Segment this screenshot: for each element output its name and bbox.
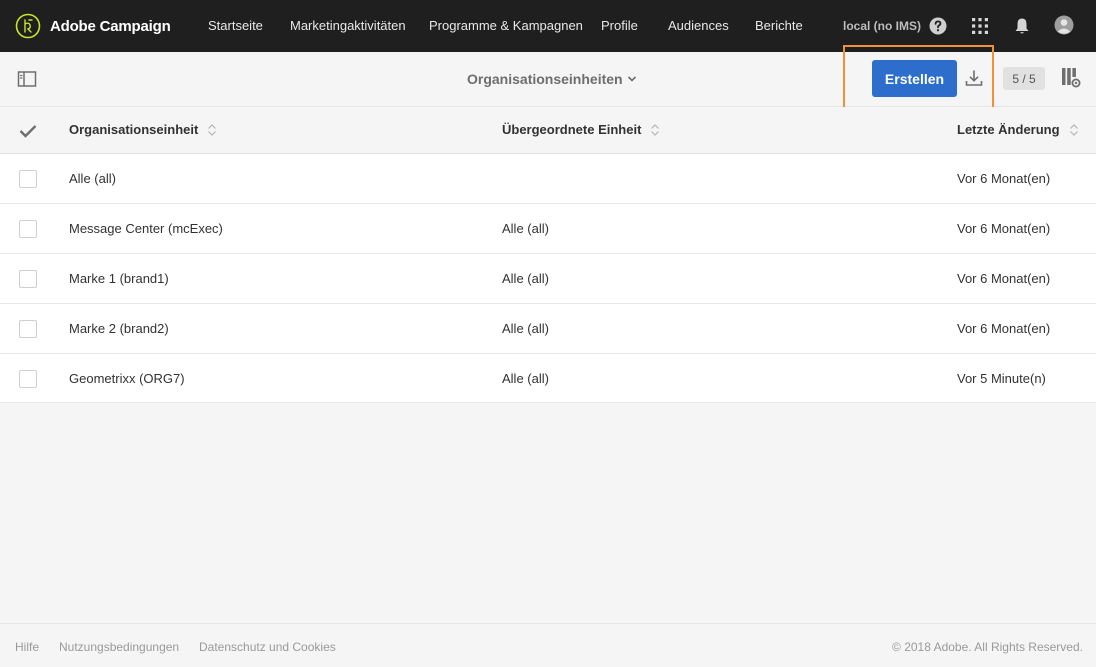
apps-grid-icon[interactable] [970,16,990,36]
nav-marketingaktivitaeten[interactable]: Marketingaktivitäten [290,0,406,52]
cell-unit[interactable]: Geometrixx (ORG7) [69,354,185,403]
environment-label[interactable]: local (no IMS) [843,0,921,52]
app-name: Adobe Campaign [50,17,171,35]
table-row[interactable]: Message Center (mcExec) Alle (all) Vor 6… [0,204,1096,254]
cell-unit[interactable]: Marke 1 (brand1) [69,254,169,303]
nav-berichte[interactable]: Berichte [755,0,803,52]
help-icon[interactable] [928,16,948,36]
table-row[interactable]: Marke 2 (brand2) Alle (all) Vor 6 Monat(… [0,304,1096,354]
cell-parent: Alle (all) [502,271,549,286]
cell-modified: Vor 6 Monat(en) [957,321,1051,336]
adobe-campaign-logo-icon [15,13,41,39]
select-all-checkmark-icon[interactable] [19,124,37,138]
cell-parent: Alle (all) [502,321,549,336]
cell-unit[interactable]: Message Center (mcExec) [69,204,223,253]
footer-link-hilfe[interactable]: Hilfe [15,624,39,667]
table-row[interactable]: Alle (all) Vor 6 Monat(en) [0,154,1096,204]
row-checkbox[interactable] [19,370,37,388]
cell-modified: Vor 6 Monat(en) [957,271,1051,286]
top-navigation-bar: Adobe Campaign Startseite Marketingaktiv… [0,0,1096,52]
table-row[interactable]: Marke 1 (brand1) Alle (all) Vor 6 Monat(… [0,254,1096,304]
column-header-label: Übergeordnete Einheit [502,122,642,137]
footer-link-datenschutz[interactable]: Datenschutz und Cookies [199,624,336,667]
row-checkbox[interactable] [19,320,37,338]
cell-modified: Vor 6 Monat(en) [957,171,1051,186]
cell-unit[interactable]: Alle (all) [69,154,116,203]
view-title: Organisationseinheiten [467,71,623,87]
table-header: Organisationseinheit Übergeordnete Einhe… [0,107,1096,154]
table-row[interactable]: Geometrixx (ORG7) Alle (all) Vor 5 Minut… [0,354,1096,403]
brand[interactable]: Adobe Campaign [15,13,171,39]
column-header-letzte-aenderung[interactable]: Letzte Änderung [957,107,1079,153]
side-panel-toggle-icon[interactable] [17,69,37,89]
list-toolbar: Organisationseinheiten Erstellen 5 / 5 [0,45,1096,115]
download-icon[interactable] [964,68,984,88]
row-checkbox[interactable] [19,270,37,288]
column-header-organisationseinheit[interactable]: Organisationseinheit [69,107,217,153]
sort-icon [208,124,217,136]
notifications-bell-icon[interactable] [1012,16,1032,36]
cell-parent: Alle (all) [502,221,549,236]
cell-modified: Vor 5 Minute(n) [957,371,1046,386]
cell-modified: Vor 6 Monat(en) [957,221,1051,236]
row-checkbox[interactable] [19,170,37,188]
sort-icon [1069,124,1078,136]
nav-startseite[interactable]: Startseite [208,0,263,52]
table-body: Alle (all) Vor 6 Monat(en) Message Cente… [0,154,1096,403]
cell-unit[interactable]: Marke 2 (brand2) [69,304,169,353]
sort-icon [651,124,660,136]
page-footer: Hilfe Nutzungsbedingungen Datenschutz un… [0,623,1096,667]
nav-audiences[interactable]: Audiences [668,0,729,52]
column-header-label: Letzte Änderung [957,122,1060,137]
row-checkbox[interactable] [19,220,37,238]
chevron-down-icon [627,76,636,82]
copyright-text: © 2018 Adobe. All Rights Reserved. [892,640,1083,654]
record-count-badge: 5 / 5 [1003,67,1045,90]
footer-link-nutzungsbedingungen[interactable]: Nutzungsbedingungen [59,624,179,667]
user-avatar-icon[interactable] [1054,15,1074,35]
nav-programme-kampagnen[interactable]: Programme & Kampagnen [429,0,583,52]
column-settings-icon[interactable] [1061,67,1081,89]
column-header-label: Organisationseinheit [69,122,199,137]
nav-profile[interactable]: Profile [601,0,638,52]
column-header-uebergeordnete-einheit[interactable]: Übergeordnete Einheit [502,107,660,153]
cell-parent: Alle (all) [502,371,549,386]
create-button[interactable]: Erstellen [872,60,957,97]
view-selector[interactable]: Organisationseinheiten [467,52,637,106]
